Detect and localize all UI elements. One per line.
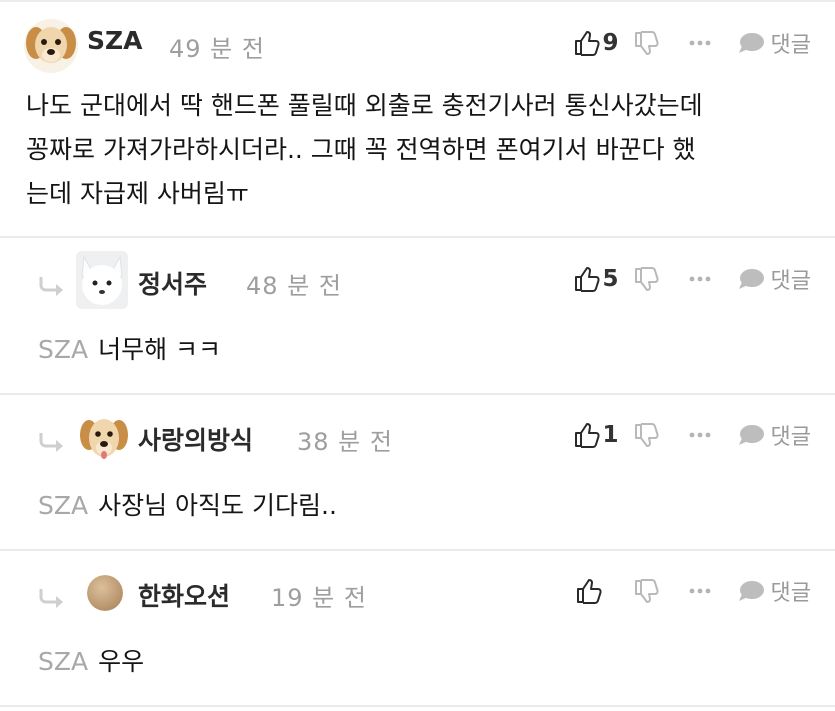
divider xyxy=(0,705,835,707)
dislike-button[interactable] xyxy=(633,265,659,293)
comment-actions: 9 댓글 xyxy=(573,23,811,63)
more-button[interactable] xyxy=(689,587,711,595)
reply-label: 댓글 xyxy=(770,269,811,294)
reply-username[interactable]: 사랑의방식 xyxy=(138,421,253,457)
reply-body: SZA 사장님 아직도 기다림.. xyxy=(38,486,337,522)
more-button[interactable] xyxy=(689,39,711,47)
thumbs-down-icon xyxy=(634,579,659,603)
puppy-avatar[interactable] xyxy=(79,411,129,465)
reply-body: SZA 너무해 ㅋㅋ xyxy=(38,330,221,366)
like-button[interactable]: 5 xyxy=(573,265,619,293)
reply-comment: 정서주 48 분 전 5 댓글 SZA 너무해 ㅋㅋ xyxy=(0,239,835,393)
more-dots-icon xyxy=(689,432,710,438)
thumbs-up-icon xyxy=(574,267,600,292)
like-count: 9 xyxy=(602,30,619,56)
reply-arrow-icon xyxy=(39,589,63,608)
comment-body: 나도 군대에서 딱 핸드폰 풀릴때 외출로 충전기사러 통신사갔는데 꽁짜로 가… xyxy=(26,84,703,216)
reply-arrow-icon xyxy=(39,433,63,452)
reply-timestamp: 19 분 전 xyxy=(271,584,367,612)
comment-username[interactable]: SZA xyxy=(87,26,142,55)
reply-arrow-icon xyxy=(39,277,63,296)
more-dots-icon xyxy=(689,40,710,46)
thumbs-down-icon xyxy=(634,267,659,291)
comment-thread: SZA 49 분 전 9 댓글 나도 군대에서 딱 핸드폰 풀릴때 외출로 충전… xyxy=(0,0,835,711)
divider xyxy=(0,236,835,238)
thumbs-up-icon xyxy=(574,31,600,56)
like-count: 1 xyxy=(602,422,619,448)
reply-comment: 한화오션 19 분 전 댓글 SZA 우우 xyxy=(0,551,835,705)
comment-timestamp: 49 분 전 xyxy=(169,35,265,63)
reply-body: SZA 우우 xyxy=(38,642,144,678)
thumbs-up-icon xyxy=(574,423,600,448)
reply-button[interactable]: 댓글 xyxy=(737,263,811,295)
reply-body-text: 너무해 ㅋㅋ xyxy=(98,335,222,364)
tan-circle-avatar-icon xyxy=(87,575,123,611)
puppy-avatar[interactable] xyxy=(24,19,78,73)
speech-bubble-icon xyxy=(738,581,764,601)
mention-tag[interactable]: SZA xyxy=(38,491,88,520)
comment-main: SZA 49 분 전 9 댓글 나도 군대에서 딱 핸드폰 풀릴때 외출로 충전… xyxy=(0,0,835,237)
mention-tag[interactable]: SZA xyxy=(38,335,88,364)
reply-actions: 1 댓글 xyxy=(573,415,811,455)
reply-button[interactable]: 댓글 xyxy=(737,27,811,59)
speech-bubble-icon xyxy=(738,269,764,289)
reply-label: 댓글 xyxy=(770,581,811,606)
reply-username[interactable]: 한화오션 xyxy=(138,577,230,613)
reply-button[interactable]: 댓글 xyxy=(737,419,811,451)
reply-actions: 5 댓글 xyxy=(573,259,811,299)
tan-circle-avatar[interactable] xyxy=(87,575,123,611)
puppy-avatar-icon xyxy=(24,19,78,73)
dislike-button[interactable] xyxy=(633,577,659,605)
thumbs-down-icon xyxy=(634,31,659,55)
dislike-button[interactable] xyxy=(633,29,659,57)
reply-username[interactable]: 정서주 xyxy=(138,265,207,301)
comment-body-line: 는데 자급제 사버림ㅠ xyxy=(26,179,249,208)
reply-body-text: 사장님 아직도 기다림.. xyxy=(98,491,337,520)
reply-comment: 사랑의방식 38 분 전 1 댓글 SZA 사장님 아직도 기다림.. xyxy=(0,395,835,549)
reply-label: 댓글 xyxy=(770,33,811,58)
comment-body-line: 꽁짜로 가져가라하시더라.. 그때 꼭 전역하면 폰여기서 바꾼다 했 xyxy=(26,135,696,164)
white-fox-avatar[interactable] xyxy=(76,251,128,309)
more-dots-icon xyxy=(689,588,710,594)
reply-label: 댓글 xyxy=(770,425,811,450)
more-button[interactable] xyxy=(689,431,711,439)
thumbs-down-icon xyxy=(634,423,659,447)
like-button[interactable] xyxy=(575,577,619,605)
speech-bubble-icon xyxy=(738,33,764,53)
dislike-button[interactable] xyxy=(633,421,659,449)
comment-body-line: 나도 군대에서 딱 핸드폰 풀릴때 외출로 충전기사러 통신사갔는데 xyxy=(26,91,703,120)
reply-body-text: 우우 xyxy=(98,647,145,676)
like-button[interactable]: 9 xyxy=(573,29,619,57)
speech-bubble-icon xyxy=(738,425,764,445)
reply-button[interactable]: 댓글 xyxy=(737,575,811,607)
more-button[interactable] xyxy=(689,275,711,283)
reply-timestamp: 48 분 전 xyxy=(246,272,342,300)
white-fox-avatar-icon xyxy=(76,251,128,309)
like-button[interactable]: 1 xyxy=(573,421,619,449)
mention-tag[interactable]: SZA xyxy=(38,647,88,676)
puppy-avatar-icon xyxy=(79,411,129,465)
reply-actions: 댓글 xyxy=(575,571,811,611)
thumbs-up-icon xyxy=(576,579,602,604)
more-dots-icon xyxy=(689,276,710,282)
reply-timestamp: 38 분 전 xyxy=(297,428,393,456)
like-count: 5 xyxy=(602,266,619,292)
